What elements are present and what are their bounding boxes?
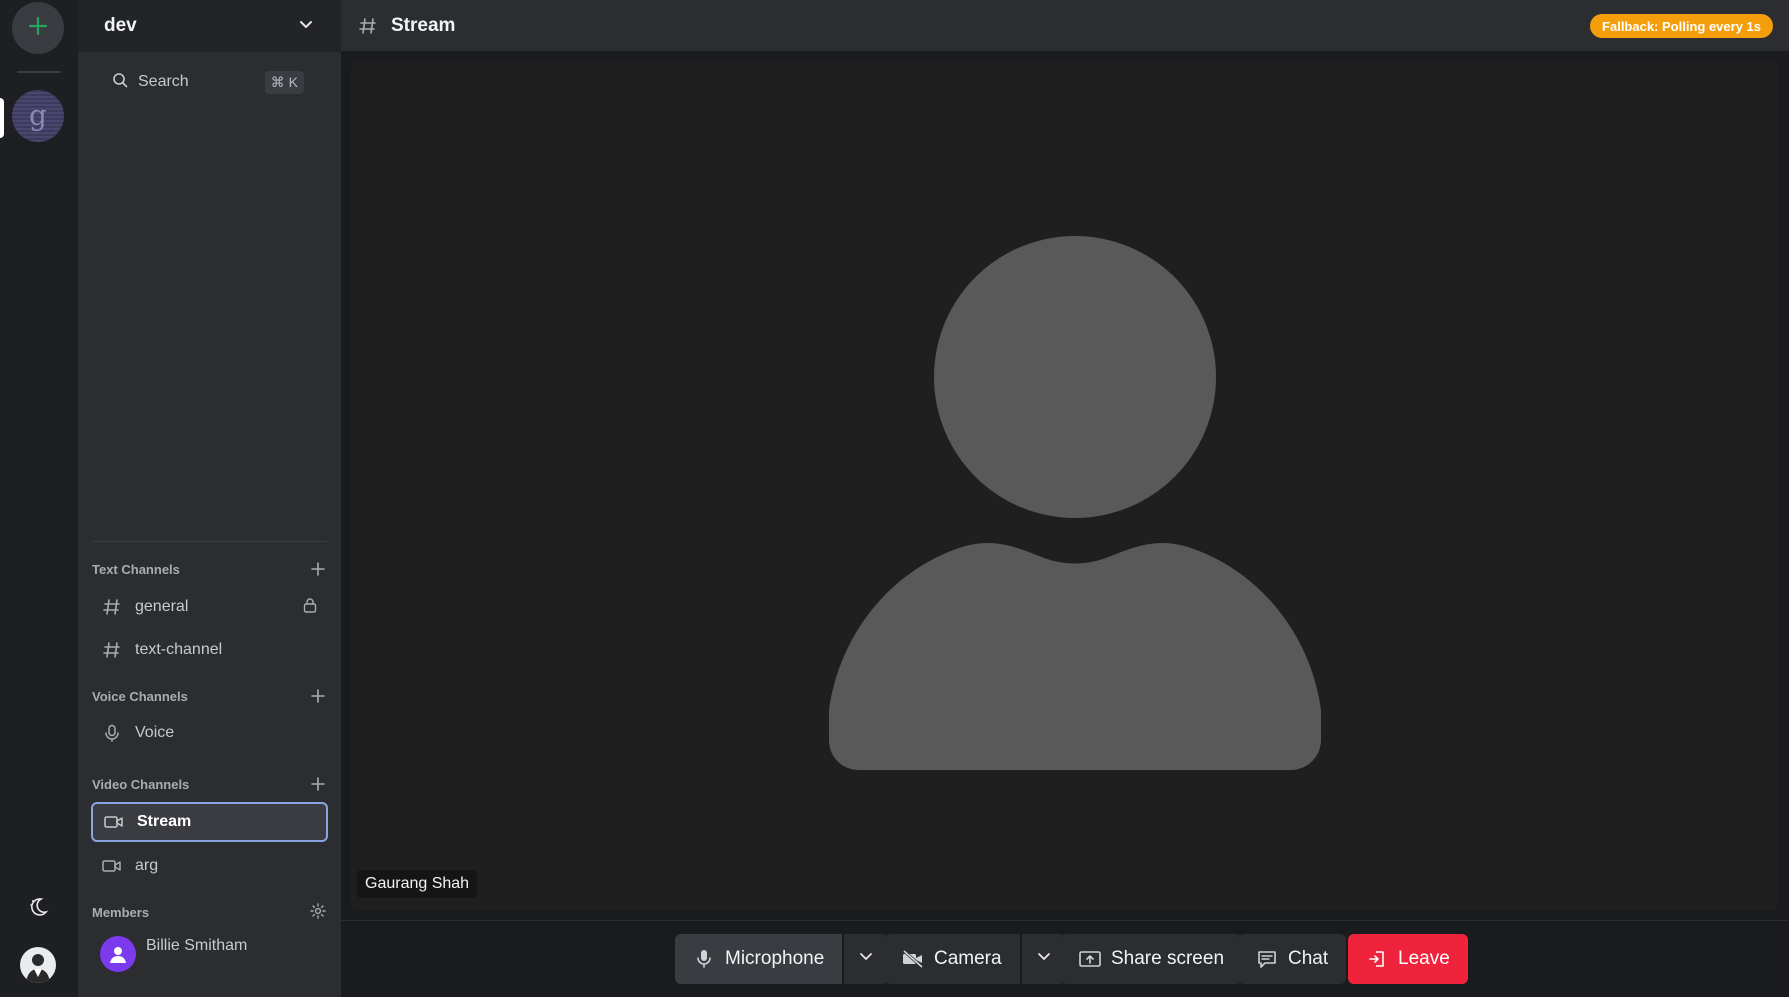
members-header: Members [92,901,327,923]
call-controls: Microphone Camera Share screen Chat Leav… [341,920,1789,997]
microphone-icon [693,948,715,970]
chat-button[interactable]: Chat [1238,934,1347,984]
member-item[interactable]: Billie Smitham [100,934,320,974]
gear-icon [310,902,326,922]
microphone-button[interactable]: Microphone [675,934,843,984]
channel-label: Stream [137,813,192,830]
hash-icon [357,15,379,37]
channel-label: text-channel [135,641,223,658]
channel-stream[interactable]: Stream [91,802,328,842]
camera-label: Camera [934,948,1002,969]
channel-label: Voice [135,724,175,741]
leave-control: Leave [1348,934,1468,984]
video-camera-icon [103,811,125,833]
search-icon [112,72,128,93]
chevron-down-icon [858,948,874,970]
microphone-icon [101,722,123,744]
lock-icon [302,597,318,618]
selected-server-indicator [0,98,4,138]
channel-text-channel[interactable]: text-channel [91,630,328,670]
video-camera-icon [101,855,123,877]
microphone-label: Microphone [725,948,825,969]
member-name: Billie Smitham [146,937,248,954]
microphone-control: Microphone [675,934,889,984]
camera-off-icon [902,948,924,970]
leave-button[interactable]: Leave [1348,934,1468,984]
plus-icon [27,15,49,42]
camera-control: Camera [884,934,1066,984]
add-voice-channel-button[interactable] [309,687,327,705]
status-badge: Fallback: Polling every 1s [1590,14,1773,38]
channel-general[interactable]: general [91,587,328,627]
channel-title: Stream [391,14,456,36]
share-screen-icon [1079,948,1101,970]
svg-text:g: g [29,99,47,132]
channel-topbar: Stream Fallback: Polling every 1s [341,0,1789,51]
search-label: Search [138,73,189,90]
channel-sidebar: dev Search ⌘ K Text Channels general tex… [78,0,341,997]
participant-name-tag: Gaurang Shah [357,870,478,898]
chevron-down-icon [1036,948,1052,970]
moon-icon [27,896,49,923]
search-button[interactable]: Search ⌘ K [102,64,314,100]
voice-channels-title: Voice Channels [92,688,188,704]
share-screen-control: Share screen [1061,934,1243,984]
camera-options-button[interactable] [1021,934,1066,984]
chat-label: Chat [1288,948,1329,969]
chat-control: Chat [1238,934,1347,984]
microphone-options-button[interactable] [844,934,889,984]
rail-divider [17,71,61,73]
voice-channels-header: Voice Channels [92,685,327,707]
leave-icon [1366,948,1388,970]
channel-voice[interactable]: Voice [91,713,328,753]
chat-icon [1256,948,1278,970]
server-name: dev [104,15,137,36]
text-channels-title: Text Channels [92,561,180,577]
video-channels-header: Video Channels [92,773,327,795]
channel-label: arg [135,857,159,874]
add-video-channel-button[interactable] [309,775,327,793]
server-icon-dev[interactable]: g [12,90,64,142]
text-channels-header: Text Channels [92,558,327,580]
app-root: g dev Search ⌘ K Text Channels general t… [0,0,1789,997]
server-header[interactable]: dev [78,0,341,52]
camera-button[interactable]: Camera [884,934,1020,984]
channel-arg[interactable]: arg [91,846,328,886]
channel-label: general [135,598,189,615]
member-avatar [100,936,136,972]
sidebar-divider [92,541,327,542]
add-server-button[interactable] [12,2,64,54]
leave-label: Leave [1398,948,1450,969]
avatar-placeholder-icon [829,236,1321,770]
members-settings-button[interactable] [309,902,327,922]
members-title: Members [92,904,150,920]
add-text-channel-button[interactable] [309,560,327,578]
server-rail: g [0,0,78,997]
participant-video-tile[interactable]: Gaurang Shah [351,60,1779,910]
current-user-avatar[interactable] [20,947,56,983]
share-screen-button[interactable]: Share screen [1061,934,1243,984]
share-screen-label: Share screen [1111,948,1225,969]
theme-toggle-button[interactable] [22,893,54,925]
hash-icon [101,639,123,661]
hash-icon [101,596,123,618]
chevron-down-icon [297,15,315,38]
main-area: Stream Fallback: Polling every 1s Gauran… [341,0,1789,997]
video-channels-title: Video Channels [92,776,190,792]
search-shortcut: ⌘ K [264,70,304,94]
